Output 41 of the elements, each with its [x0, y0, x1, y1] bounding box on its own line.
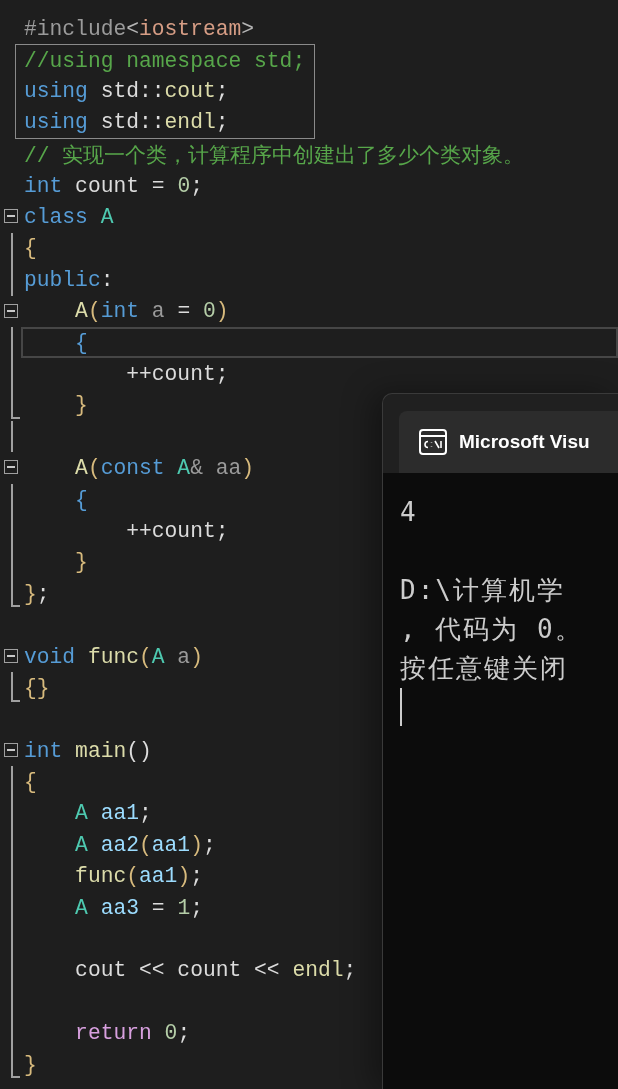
window-title: Microsoft Visu	[459, 431, 590, 453]
collapse-icon[interactable]	[4, 648, 18, 663]
code-line: A aa2(aa1);	[74, 832, 216, 857]
code-line: return 0;	[74, 1021, 191, 1046]
code-line: A aa1;	[74, 801, 152, 826]
code-line: ++count;	[125, 518, 229, 543]
console-line: , 代码为 0。	[400, 613, 584, 646]
code-line: int main()	[24, 738, 152, 763]
code-line: void func(A a)	[24, 644, 203, 669]
code-line: {	[24, 236, 37, 261]
collapse-icon[interactable]	[4, 303, 18, 318]
collapse-icon[interactable]	[4, 209, 18, 224]
code-line: };	[24, 581, 50, 606]
code-line: }	[74, 393, 88, 418]
code-line: // 实现一个类，计算程序中创建出了多少个类对象。	[24, 142, 525, 169]
console-line: 4	[400, 496, 419, 529]
console-line: 按任意键关闭	[400, 652, 569, 685]
collapse-icon[interactable]	[4, 743, 18, 757]
code-line: ++count;	[125, 362, 229, 386]
code-line: {	[74, 330, 88, 355]
console-icon	[419, 429, 447, 455]
code-line: A aa3 = 1;	[74, 895, 203, 920]
collapse-icon[interactable]	[4, 460, 18, 475]
code-line: {	[24, 770, 37, 795]
code-line: using std::cout;	[24, 79, 229, 104]
code-line: A(const A& aa)	[74, 456, 255, 481]
code-line: }	[74, 550, 88, 575]
console-tab[interactable]: Microsoft Visu	[399, 411, 618, 473]
code-line: cout << count << endl;	[74, 958, 357, 983]
code-line: A(int a = 0)	[74, 299, 229, 324]
code-line: }	[24, 1052, 37, 1077]
code-line: using std::endl;	[24, 110, 229, 135]
code-line: {	[74, 487, 88, 512]
console-line: D:\计算机学	[400, 574, 566, 607]
code-line: {}	[24, 675, 50, 700]
code-line: public:	[24, 267, 114, 292]
code-line: //using namespace std;	[24, 48, 306, 73]
code-line: int count = 0;	[24, 173, 203, 198]
code-line: #include<iostream>	[24, 16, 255, 41]
code-line: func(aa1);	[74, 864, 203, 889]
code-line: class A	[24, 205, 114, 230]
